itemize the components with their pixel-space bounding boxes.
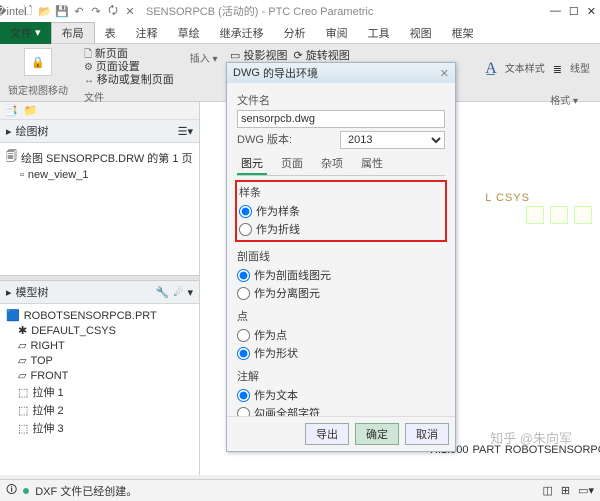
dialog-tabs: 图元 页面 杂项 属性 (237, 153, 445, 176)
prt-node[interactable]: 🟦 ROBOTSENSORPCB.PRT (6, 308, 193, 323)
tree-view[interactable]: ▫ new_view_1 (6, 168, 193, 182)
tab-misc[interactable]: 杂项 (317, 153, 347, 175)
regen-icon[interactable]: 🗘 (106, 4, 120, 18)
page-settings-btn[interactable]: ⚙ 页面设置 (84, 61, 140, 74)
lock-view-icon[interactable]: 🔒 (24, 48, 52, 76)
filename-label: 文件名 (237, 92, 445, 108)
open-icon[interactable]: 📂 (38, 4, 52, 18)
group-hatch: 剖面线 (237, 248, 445, 264)
canvas-tool-3[interactable] (574, 206, 592, 224)
status-icon[interactable]: 🛈 (6, 481, 17, 500)
undo-icon[interactable]: ↶ (72, 4, 86, 18)
csys-node[interactable]: ✱ DEFAULT_CSYS (6, 323, 193, 338)
csys-label: L CSYS (485, 192, 530, 204)
text-style-btn[interactable]: A̲ (485, 60, 497, 78)
filename-input[interactable] (237, 110, 445, 128)
status-bar: 🛈 DXF 文件已经创建。 ◫ ⊞ ▭▾ (0, 479, 600, 501)
note-as-text[interactable]: 作为文本 (237, 386, 445, 404)
lock-view-label: 锁定视图移动 (8, 82, 68, 97)
note-stroke-all[interactable]: 勾画全部字符 (237, 404, 445, 416)
status-text: DXF 文件已经创建。 (35, 483, 137, 499)
nav-tab-icon[interactable]: 📑 (4, 104, 18, 117)
version-select[interactable]: 2013 (340, 131, 445, 149)
highlight-box: 样条 作为样条 作为折线 (235, 180, 447, 242)
group-spline: 样条 (239, 184, 443, 200)
tab-view[interactable]: 视图 (400, 23, 442, 43)
file-menu[interactable]: 文件 ▾ (0, 22, 51, 44)
canvas-tool-icons (526, 206, 592, 224)
close-icon[interactable]: ✕ (587, 5, 596, 18)
hatch-as-hatch[interactable]: 作为剖面线图元 (237, 266, 445, 284)
tab-entities[interactable]: 图元 (237, 153, 267, 175)
group-format[interactable]: 格式 ▾ (550, 92, 578, 107)
plane-top[interactable]: ▱ TOP (6, 353, 193, 368)
extrude-3[interactable]: ⬚ 拉伸 3 (6, 419, 193, 437)
drawing-tree-header[interactable]: ▸ 绘图树☰▾ (0, 120, 199, 143)
app-icon: �intel (4, 4, 18, 18)
menubar: 文件 ▾ 布局 表 注释 草绘 继承迁移 分析 审阅 工具 视图 框架 (0, 22, 600, 44)
tab-sketch[interactable]: 草绘 (168, 23, 210, 43)
canvas-tool-2[interactable] (550, 206, 568, 224)
group-note: 注解 (237, 368, 445, 384)
sb-filter-icon[interactable]: ▭▾ (578, 484, 594, 497)
nav-tab-icon2[interactable]: 📁 (24, 104, 38, 117)
status-dot (23, 488, 29, 494)
tree-root[interactable]: 🗐 绘图 SENSORPCB.DRW 的第 1 页 (6, 147, 193, 168)
export-button[interactable]: 导出 (305, 423, 349, 445)
group-point: 点 (237, 308, 445, 324)
move-copy-page-btn[interactable]: ↔ 移动或复制页面 (84, 74, 174, 87)
export-dialog: DWG 的导出环境 ✕ 文件名 DWG 版本: 2013 图元 页面 杂项 属性… (226, 62, 456, 452)
group-insert[interactable]: 插入 ▾ (190, 50, 218, 65)
point-as-shape[interactable]: 作为形状 (237, 344, 445, 362)
left-pane: 📑 📁 ▸ 绘图树☰▾ 🗐 绘图 SENSORPCB.DRW 的第 1 页 ▫ … (0, 102, 200, 475)
point-as-point[interactable]: 作为点 (237, 326, 445, 344)
extrude-1[interactable]: ⬚ 拉伸 1 (6, 383, 193, 401)
tab-props[interactable]: 属性 (357, 153, 387, 175)
extrude-2[interactable]: ⬚ 拉伸 2 (6, 401, 193, 419)
canvas-tool-1[interactable] (526, 206, 544, 224)
tree-tool-icon[interactable]: 🔧 (156, 286, 170, 299)
new-page-btn[interactable]: 🗋 新页面 (84, 48, 128, 61)
model-tree[interactable]: 🟦 ROBOTSENSORPCB.PRT ✱ DEFAULT_CSYS ▱ RI… (0, 304, 199, 475)
dialog-titlebar[interactable]: DWG 的导出环境 ✕ (227, 63, 455, 83)
tab-analyze[interactable]: 分析 (274, 23, 316, 43)
tree-settings-icon[interactable]: ☰▾ (178, 125, 193, 138)
window-title: SENSORPCB (活动的) - PTC Creo Parametric (146, 3, 373, 19)
line-style-btn[interactable]: ≣ (553, 63, 562, 76)
plane-front[interactable]: ▱ FRONT (6, 368, 193, 383)
close-win-icon[interactable]: ✕ (123, 4, 137, 18)
tab-pages[interactable]: 页面 (277, 153, 307, 175)
tab-annotate[interactable]: 注释 (126, 23, 168, 43)
rotate-view-btn[interactable]: ⟳ 旋转视图 (293, 47, 349, 63)
tab-tools[interactable]: 工具 (358, 23, 400, 43)
titlebar: �intel 🗋 📂 💾 ↶ ↷ 🗘 ✕ SENSORPCB (活动的) - P… (0, 0, 600, 22)
model-tree-header[interactable]: ▸ 模型树 🔧 ☄ ▾ (0, 281, 199, 304)
drawing-tree[interactable]: 🗐 绘图 SENSORPCB.DRW 的第 1 页 ▫ new_view_1 (0, 143, 199, 275)
tree-filter-icon[interactable]: ☄ (174, 286, 184, 299)
tab-table[interactable]: 表 (95, 23, 126, 43)
tab-frame[interactable]: 框架 (442, 23, 484, 43)
version-label: DWG 版本: (237, 131, 334, 147)
hatch-as-sep[interactable]: 作为分离图元 (237, 284, 445, 302)
spline-as-spline[interactable]: 作为样条 (239, 202, 443, 220)
redo-icon[interactable]: ↷ (89, 4, 103, 18)
tree-menu-icon[interactable]: ▾ (187, 286, 193, 299)
spline-as-polyline[interactable]: 作为折线 (239, 220, 443, 238)
sb-geom-icon[interactable]: ◫ (542, 484, 552, 497)
new-icon[interactable]: 🗋 (21, 4, 35, 18)
ok-button[interactable]: 确定 (355, 423, 399, 445)
cancel-button[interactable]: 取消 (405, 423, 449, 445)
save-icon[interactable]: 💾 (55, 4, 69, 18)
tab-layout[interactable]: 布局 (51, 22, 95, 43)
sb-snap-icon[interactable]: ⊞ (561, 484, 570, 497)
minimize-icon[interactable]: — (550, 5, 561, 18)
watermark: 知乎 @朱向军 (490, 428, 572, 447)
tab-inherit[interactable]: 继承迁移 (210, 23, 274, 43)
plane-right[interactable]: ▱ RIGHT (6, 338, 193, 353)
maximize-icon[interactable]: ☐ (569, 5, 579, 18)
dialog-close-icon[interactable]: ✕ (440, 67, 449, 80)
projection-view-btn[interactable]: ▭ 投影视图 (230, 47, 287, 63)
tab-review[interactable]: 审阅 (316, 23, 358, 43)
